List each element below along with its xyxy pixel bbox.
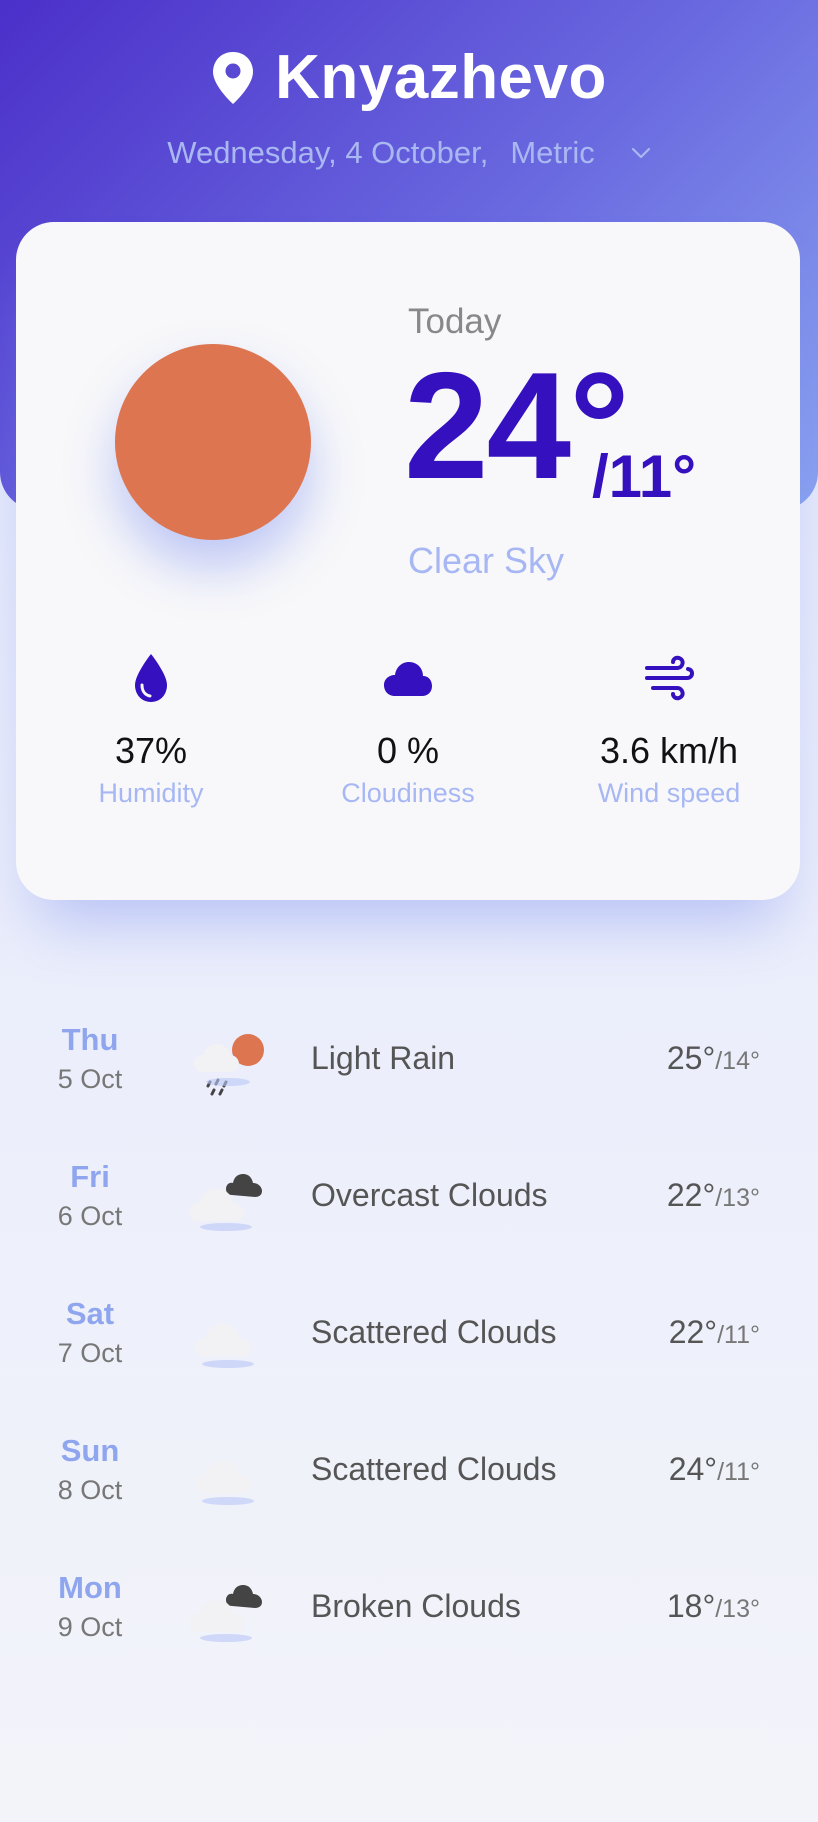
- forecast-temps: 22°/11°: [669, 1314, 760, 1351]
- forecast-day: Sat: [65, 1296, 115, 1331]
- forecast-date: 9 Oct: [57, 1612, 123, 1642]
- light-rain-icon: [194, 1034, 264, 1096]
- wind-speed-value: 3.6 km/h: [599, 730, 739, 771]
- forecast-description: Overcast Clouds: [311, 1177, 548, 1213]
- forecast-day: Sun: [60, 1433, 120, 1468]
- wind-icon: [645, 655, 694, 701]
- wind-speed-stat: 3.6 km/h Wind speed: [539, 652, 799, 809]
- overcast-clouds-icon: [189, 1174, 262, 1231]
- today-card: Today 24° /11° Clear Sky 37% Humidity 0 …: [16, 222, 800, 900]
- forecast-row-sat[interactable]: Sat 7 Oct Scattered Clouds 22°/11°: [0, 1274, 818, 1394]
- forecast-min: /11°: [717, 1321, 760, 1349]
- forecast-temps: 22°/13°: [667, 1177, 760, 1214]
- forecast-min: /13°: [715, 1184, 760, 1212]
- chevron-down-icon: [631, 147, 650, 159]
- today-label: Today: [408, 302, 502, 341]
- scattered-clouds-icon: [195, 1461, 254, 1505]
- weather-condition: Clear Sky: [408, 540, 565, 581]
- forecast-description: Scattered Clouds: [311, 1451, 557, 1487]
- humidity-stat: 37% Humidity: [21, 652, 281, 809]
- cloudiness-value: 0 %: [376, 730, 440, 771]
- forecast-description: Broken Clouds: [311, 1588, 521, 1624]
- forecast-temps: 24°/11°: [669, 1451, 760, 1488]
- cloud-icon: [384, 662, 432, 696]
- forecast-date: 5 Oct: [57, 1064, 123, 1094]
- forecast-min: /11°: [717, 1458, 760, 1486]
- forecast-max: 25°: [666, 1040, 716, 1076]
- forecast-min: /14°: [715, 1047, 760, 1075]
- units-value: Metric: [510, 135, 595, 170]
- wind-speed-label: Wind speed: [597, 778, 741, 808]
- temp-min: /11°: [592, 443, 697, 510]
- humidity-value: 37%: [114, 730, 188, 771]
- forecast-day: Thu: [61, 1022, 119, 1057]
- city-name: Knyazhevo: [275, 43, 607, 112]
- forecast-day: Fri: [70, 1159, 110, 1194]
- droplet-icon: [135, 654, 167, 702]
- forecast-row-thu[interactable]: Thu 5 Oct Light Rain 25°/14°: [0, 1000, 818, 1120]
- date-units-row: Wednesday, 4 October, Metric: [0, 135, 818, 171]
- sun-icon: [115, 344, 311, 540]
- forecast-row-mon[interactable]: Mon 9 Oct Broken Clouds 18°/13°: [0, 1548, 818, 1668]
- forecast-date: 7 Oct: [57, 1338, 123, 1368]
- current-date: Wednesday, 4 October,: [167, 135, 489, 170]
- forecast-date: 6 Oct: [57, 1201, 123, 1231]
- forecast-max: 22°: [666, 1177, 716, 1213]
- scattered-clouds-icon: [195, 1324, 254, 1368]
- units-dropdown[interactable]: Metric: [510, 135, 650, 171]
- forecast-description: Light Rain: [311, 1040, 456, 1076]
- forecast-max: 24°: [668, 1451, 718, 1487]
- forecast-row-fri[interactable]: Fri 6 Oct Overcast Clouds 22°/13°: [0, 1137, 818, 1257]
- forecast-description: Scattered Clouds: [311, 1314, 557, 1350]
- forecast-temps: 25°/14°: [667, 1040, 760, 1077]
- humidity-label: Humidity: [98, 778, 204, 808]
- location-pin-icon: [213, 51, 254, 104]
- cloudiness-label: Cloudiness: [341, 778, 475, 808]
- location-row: Knyazhevo: [0, 42, 818, 113]
- forecast-min: /13°: [715, 1595, 760, 1623]
- forecast-day: Mon: [58, 1570, 122, 1605]
- forecast-temps: 18°/13°: [667, 1588, 760, 1625]
- broken-clouds-icon: [189, 1585, 262, 1642]
- forecast-row-sun[interactable]: Sun 8 Oct Scattered Clouds 24°/11°: [0, 1411, 818, 1531]
- cloudiness-stat: 0 % Cloudiness: [278, 652, 538, 809]
- forecast-date: 8 Oct: [57, 1475, 123, 1505]
- forecast-max: 22°: [668, 1314, 718, 1350]
- forecast-max: 18°: [666, 1588, 716, 1624]
